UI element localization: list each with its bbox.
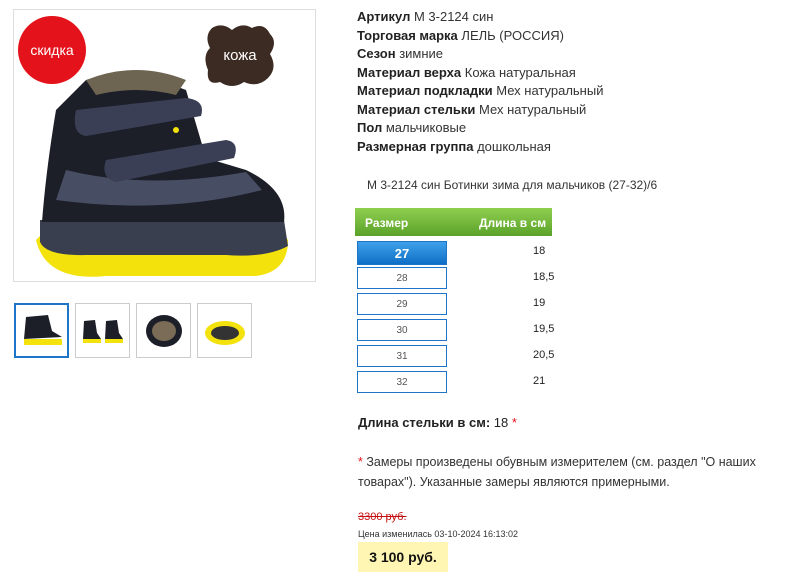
old-price: 3300 руб. [358,511,407,523]
size-option-29[interactable]: 29 [357,293,447,315]
spec-value: мальчиковые [385,120,467,135]
size-length: 19,5 [533,323,555,335]
spec-label: Материал стельки [357,101,476,117]
fur-lining-thumb-icon [145,314,182,347]
size-row: 29 19 [357,293,557,319]
leather-badge: кожа [202,20,278,90]
size-row: 28 18,5 [357,267,557,293]
spec-label: Торговая марка [357,27,458,43]
spec-label: Пол [357,120,383,135]
size-row: 32 21 [357,371,557,397]
spec-row: Материал стельки Мех натуральный [357,101,603,120]
size-row: 31 20,5 [357,345,557,371]
thumbnail-1[interactable] [14,303,69,358]
size-length: 18 [533,245,546,257]
main-product-image[interactable]: скидка кожа [13,9,316,282]
product-description: М 3-2124 син Ботинки зима для мальчиков … [367,178,658,192]
leather-badge-text: кожа [223,46,257,64]
size-table-header: Размер Длина в см [355,208,552,236]
sale-badge-text: скидка [30,42,74,58]
spec-row: Размерная группа дошкольная [357,138,603,157]
size-option-28[interactable]: 28 [357,267,447,289]
spec-row: Материал верха Кожа натуральная [357,64,603,83]
spec-value: М 3-2124 син [413,9,494,24]
spec-value: зимние [399,46,444,61]
size-column-header: Размер [365,216,409,230]
boot-thumb-icon [23,314,62,345]
current-price: 3 100 руб. [358,542,448,572]
sole-thumb-icon [204,320,245,345]
size-length: 21 [533,375,546,387]
thumbnail-strip [14,303,252,358]
spec-row: Материал подкладки Мех натуральный [357,82,603,101]
spec-label: Материал подкладки [357,83,493,98]
measurement-note: * Замеры произведены обувным измерителем… [358,452,768,492]
spec-row: Пол мальчиковые [357,119,603,138]
spec-label: Размерная группа [357,138,474,154]
size-length: 18,5 [533,271,555,283]
note-text-after: ). Указанные замеры являются примерными. [408,475,670,489]
size-option-32[interactable]: 32 [357,371,447,393]
size-table: 27 18 28 18,5 29 19 30 19,5 31 20,5 32 2… [357,241,557,397]
price-changed-date: Цена изменилась 03-10-2024 16:13:02 [358,529,519,539]
insole-label: Длина стельки в см: [358,415,491,430]
spec-value: дошкольная [477,138,551,154]
insole-star: * [511,415,517,430]
insole-length: Длина стельки в см: 18 * [358,415,517,430]
note-text-before: Замеры произведены обувным измерителем (… [362,455,658,469]
spec-value: Мех натуральный [496,83,604,98]
boots-pair-thumb-icon [82,319,123,343]
spec-value: Кожа натуральная [464,64,576,80]
spec-row: Торговая марка ЛЕЛЬ (РОССИЯ) [357,27,603,46]
size-option-30[interactable]: 30 [357,319,447,341]
thumbnail-3[interactable] [136,303,191,358]
thumbnail-2[interactable] [75,303,130,358]
spec-value: Мех натуральный [479,101,587,117]
product-specs: Артикул М 3-2124 син Торговая марка ЛЕЛЬ… [357,8,603,156]
size-option-31[interactable]: 31 [357,345,447,367]
size-row: 27 18 [357,241,557,267]
spec-label: Артикул [357,9,411,24]
length-column-header: Длина в см [479,216,547,230]
size-length: 19 [533,297,546,309]
size-row: 30 19,5 [357,319,557,345]
size-length: 20,5 [533,349,555,361]
insole-value: 18 [493,415,509,430]
thumbnail-4[interactable] [197,303,252,358]
size-option-27[interactable]: 27 [357,241,447,265]
spec-value: ЛЕЛЬ (РОССИЯ) [461,27,564,43]
spec-label: Сезон [357,46,396,61]
sale-badge: скидка [18,16,86,84]
spec-row: Сезон зимние [357,45,603,64]
spec-label: Материал верха [357,64,462,80]
spec-row: Артикул М 3-2124 син [357,8,603,27]
